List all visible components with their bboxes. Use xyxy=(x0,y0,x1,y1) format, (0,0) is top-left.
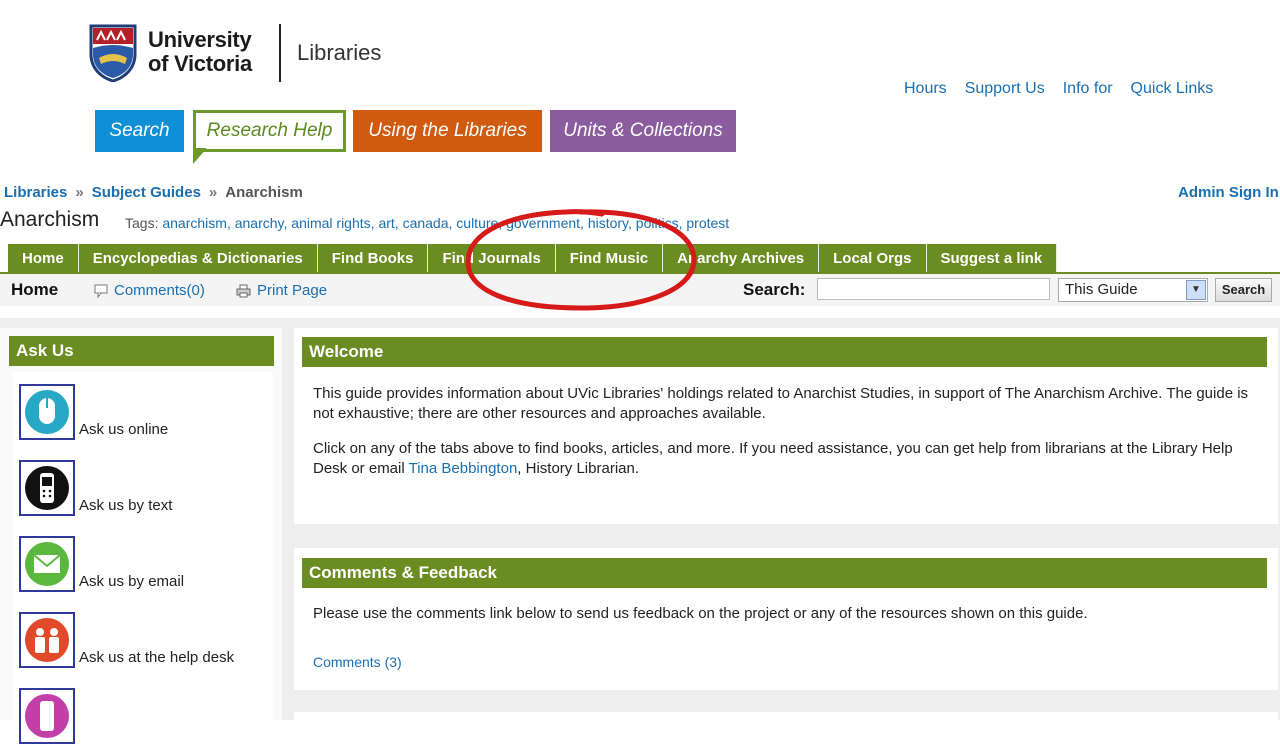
logo-line-2: of Victoria xyxy=(148,51,252,76)
info-for-link[interactable]: Info for xyxy=(1063,80,1113,98)
search-label: Search: xyxy=(743,280,806,299)
tag-link[interactable]: politics, xyxy=(636,215,683,231)
welcome-paragraph-2: Click on any of the tabs above to find b… xyxy=(313,439,1253,479)
ask-us-help-desk-item[interactable]: Ask us at the help desk xyxy=(19,612,234,668)
tag-link[interactable]: canada, xyxy=(403,215,453,231)
guide-tab-find-books[interactable]: Find Books xyxy=(317,244,429,272)
breadcrumb-separator: » xyxy=(75,184,84,201)
ask-us-email-label[interactable]: Ask us by email xyxy=(79,573,184,590)
ask-us-online-label[interactable]: Ask us online xyxy=(79,421,168,438)
phone-icon[interactable] xyxy=(19,688,75,744)
page-title: Anarchism xyxy=(0,208,100,231)
comments-link[interactable]: Comments(0) xyxy=(94,282,205,299)
university-crest-logo xyxy=(89,24,137,82)
tag-link[interactable]: animal rights, xyxy=(291,215,374,231)
ask-us-header: Ask Us xyxy=(9,336,274,366)
university-logo-text[interactable]: University of Victoria xyxy=(148,28,252,76)
welcome-paragraph-1: This guide provides information about UV… xyxy=(313,385,1249,422)
ask-us-email-item[interactable]: Ask us by email xyxy=(19,536,184,592)
guide-tab-encyclopedias[interactable]: Encyclopedias & Dictionaries xyxy=(78,244,318,272)
guide-tab-find-journals[interactable]: Find Journals xyxy=(428,244,556,272)
librarian-email-link[interactable]: Tina Bebbington xyxy=(409,460,518,477)
tags-row: Tags: anarchism, anarchy, animal rights,… xyxy=(125,215,729,231)
ask-us-text-label[interactable]: Ask us by text xyxy=(79,497,172,514)
email-icon[interactable] xyxy=(19,536,75,592)
tag-link[interactable]: culture, xyxy=(456,215,502,231)
comments-body: Please use the comments link below to se… xyxy=(313,605,1088,622)
nav-tab-using-the-libraries[interactable]: Using the Libraries xyxy=(353,110,542,152)
guide-search-input[interactable] xyxy=(817,278,1050,300)
tags-label: Tags: xyxy=(125,215,159,231)
print-page-label: Print Page xyxy=(257,282,328,299)
ask-us-text-item[interactable]: Ask us by text xyxy=(19,460,172,516)
top-links: Hours Support Us Info for Quick Links xyxy=(904,80,1213,98)
tag-link[interactable]: history, xyxy=(588,215,632,231)
nav-tab-research-help[interactable]: Research Help xyxy=(193,110,346,152)
comments-link-label: Comments(0) xyxy=(114,282,205,299)
next-panel xyxy=(294,712,1278,720)
tag-link[interactable]: anarchy, xyxy=(235,215,288,231)
welcome-header: Welcome xyxy=(302,337,1267,367)
logo-line-1: University xyxy=(148,27,252,52)
tag-link[interactable]: government, xyxy=(506,215,584,231)
nav-tab-search[interactable]: Search xyxy=(95,110,184,152)
current-page-label: Home xyxy=(11,280,59,299)
guide-tab-anarchy-archives[interactable]: Anarchy Archives xyxy=(663,244,820,272)
search-button[interactable]: Search xyxy=(1215,278,1272,302)
ask-us-more-item[interactable] xyxy=(19,688,75,744)
comments-count-link[interactable]: Comments (3) xyxy=(313,654,402,670)
tag-link[interactable]: protest xyxy=(686,215,729,231)
comments-header: Comments & Feedback xyxy=(302,558,1267,588)
quick-links-link[interactable]: Quick Links xyxy=(1131,80,1214,98)
support-us-link[interactable]: Support Us xyxy=(965,80,1045,98)
comment-icon xyxy=(94,284,108,298)
tag-link[interactable]: art, xyxy=(378,215,398,231)
ask-us-help-desk-label[interactable]: Ask us at the help desk xyxy=(79,649,234,666)
welcome-body: This guide provides information about UV… xyxy=(313,384,1253,494)
people-icon[interactable] xyxy=(19,612,75,668)
admin-sign-in-link[interactable]: Admin Sign In xyxy=(1178,184,1279,201)
guide-tab-find-music[interactable]: Find Music xyxy=(555,244,664,272)
tag-link[interactable]: anarchism, xyxy=(162,215,230,231)
breadcrumb: Libraries » Subject Guides » Anarchism xyxy=(4,184,303,201)
phone-icon[interactable] xyxy=(19,460,75,516)
logo-divider xyxy=(279,24,281,82)
research-help-tab-pointer xyxy=(193,148,207,164)
guide-tab-suggest-link[interactable]: Suggest a link xyxy=(926,244,1058,272)
print-page-link[interactable]: Print Page xyxy=(236,282,327,299)
printer-icon xyxy=(236,284,251,297)
nav-tab-units-collections[interactable]: Units & Collections xyxy=(550,110,736,152)
breadcrumb-libraries[interactable]: Libraries xyxy=(4,184,67,201)
welcome-paragraph-2-end: , History Librarian. xyxy=(517,460,640,477)
ask-us-online-item[interactable]: Ask us online xyxy=(19,384,168,440)
logo-libraries-text[interactable]: Libraries xyxy=(297,40,381,66)
guide-tabs: Home Encyclopedias & Dictionaries Find B… xyxy=(8,244,1058,272)
guide-tab-local-orgs[interactable]: Local Orgs xyxy=(819,244,927,272)
hours-link[interactable]: Hours xyxy=(904,80,947,98)
guide-tab-home[interactable]: Home xyxy=(8,244,79,272)
chevron-down-icon[interactable]: ▼ xyxy=(1186,280,1206,300)
breadcrumb-separator: » xyxy=(208,184,218,201)
breadcrumb-current: Anarchism xyxy=(225,184,303,201)
breadcrumb-subject-guides[interactable]: Subject Guides xyxy=(92,184,201,201)
mouse-icon[interactable] xyxy=(19,384,75,440)
